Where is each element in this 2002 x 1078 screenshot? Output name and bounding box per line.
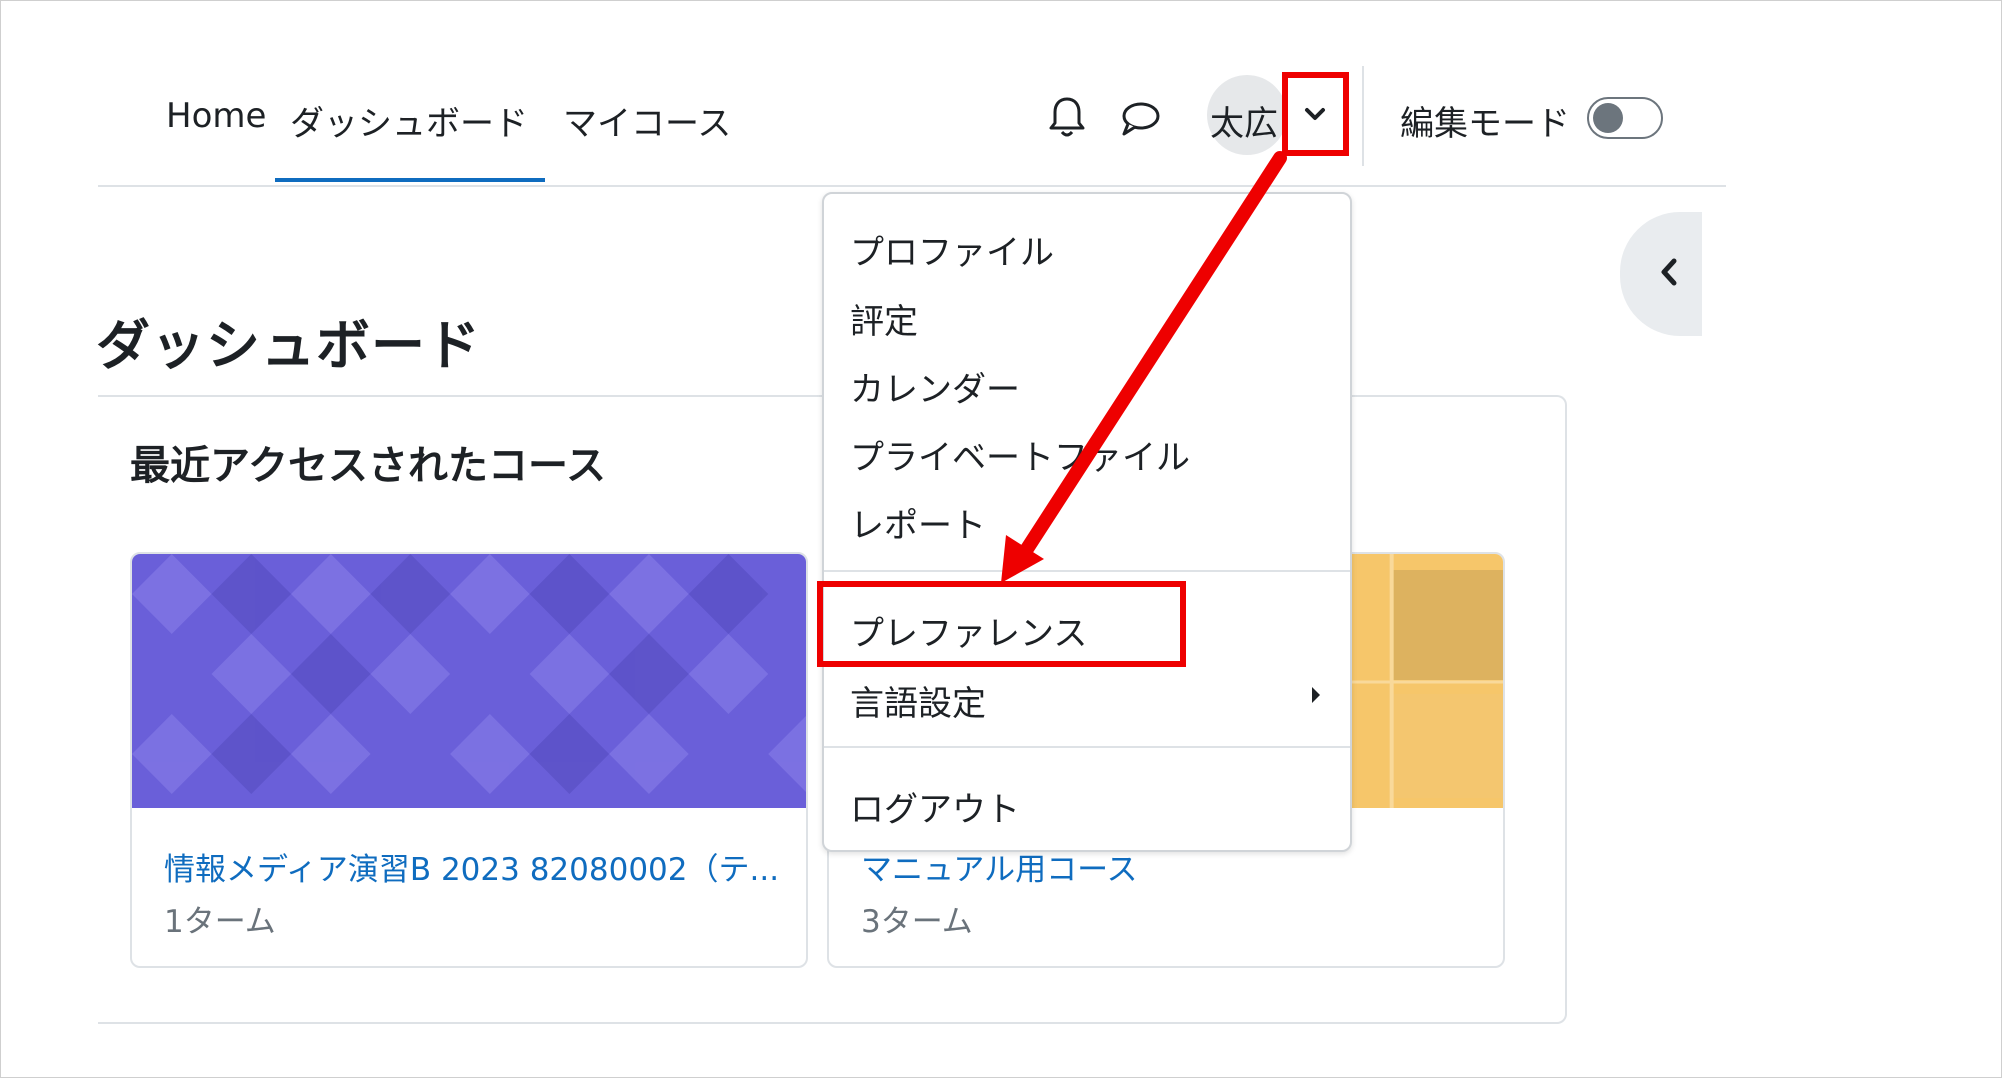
highlight-box-preferences bbox=[817, 581, 1186, 667]
highlight-box-user-menu bbox=[1282, 72, 1349, 156]
edit-mode-label: 編集モード bbox=[1400, 104, 1570, 144]
toggle-knob bbox=[1593, 103, 1623, 133]
course-name-link[interactable]: 情報メディア演習B 2023 82080002（テ... bbox=[164, 844, 779, 889]
active-tab-indicator bbox=[275, 178, 545, 182]
menu-item-grades[interactable]: 評定 bbox=[850, 294, 918, 343]
course-image bbox=[132, 554, 806, 808]
page-title: ダッシュボード bbox=[96, 314, 481, 377]
course-card[interactable]: 情報メディア演習B 2023 82080002（テ... 1ターム bbox=[130, 552, 808, 968]
navbar-divider bbox=[98, 185, 1726, 187]
nav-home-link[interactable]: Home bbox=[166, 96, 266, 136]
block-title: 最近アクセスされたコース bbox=[130, 443, 606, 489]
menu-divider bbox=[824, 746, 1350, 748]
message-drawer-icon[interactable] bbox=[1119, 100, 1161, 138]
nav-dashboard-link[interactable]: ダッシュボード bbox=[290, 96, 528, 145]
caret-right-icon bbox=[1312, 687, 1320, 703]
menu-divider bbox=[824, 570, 1350, 572]
notification-bell-icon[interactable] bbox=[1047, 95, 1087, 139]
menu-item-logout[interactable]: ログアウト bbox=[850, 782, 1020, 831]
menu-item-profile[interactable]: プロファイル bbox=[850, 225, 1054, 274]
menu-item-private-files[interactable]: プライベートファイル bbox=[850, 430, 1190, 479]
course-term: 1ターム bbox=[164, 904, 276, 940]
user-initials: 太広 bbox=[1210, 104, 1278, 144]
menu-item-calendar[interactable]: カレンダー bbox=[850, 362, 1020, 411]
chevron-left-icon bbox=[1661, 258, 1677, 286]
nav-my-courses-link[interactable]: マイコース bbox=[563, 96, 731, 145]
header-divider bbox=[1362, 66, 1364, 166]
menu-item-language[interactable]: 言語設定 bbox=[850, 676, 986, 725]
course-term: 3ターム bbox=[861, 904, 973, 940]
edit-mode-toggle[interactable] bbox=[1587, 97, 1663, 139]
menu-item-reports[interactable]: レポート bbox=[850, 498, 986, 547]
